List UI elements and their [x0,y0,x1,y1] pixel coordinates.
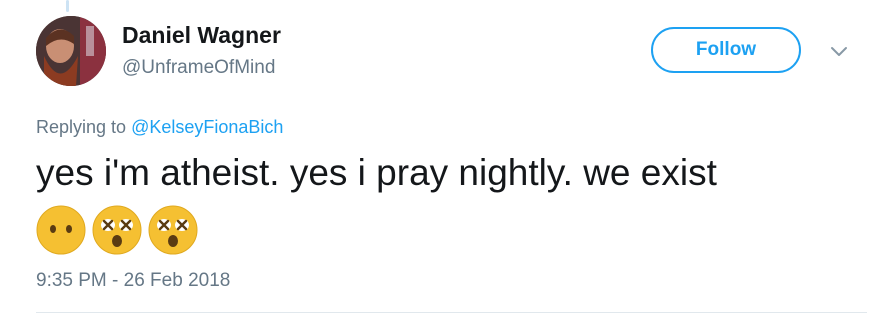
author-display-name[interactable]: Daniel Wagner [122,22,281,49]
tweet-timestamp[interactable]: 9:35 PM - 26 Feb 2018 [36,270,230,292]
replying-to-label: Replying to [36,117,127,137]
dizzy-face-emoji-icon [148,205,198,255]
thread-connector-line [66,0,69,12]
reply-mention-link[interactable]: @KelseyFionaBich [131,117,283,137]
follow-button[interactable]: Follow [651,27,801,73]
emoji-row [36,205,198,255]
replying-to-line: Replying to @KelseyFionaBich [36,117,283,138]
face-without-mouth-emoji-icon [36,205,86,255]
dizzy-face-emoji-icon [92,205,142,255]
chevron-down-icon[interactable] [828,40,850,62]
avatar-image [36,16,106,86]
tweet-text: yes i'm atheist. yes i pray nightly. we … [36,152,717,193]
avatar[interactable] [36,16,106,86]
author-handle[interactable]: @UnframeOfMind [122,57,275,79]
divider [36,312,867,313]
